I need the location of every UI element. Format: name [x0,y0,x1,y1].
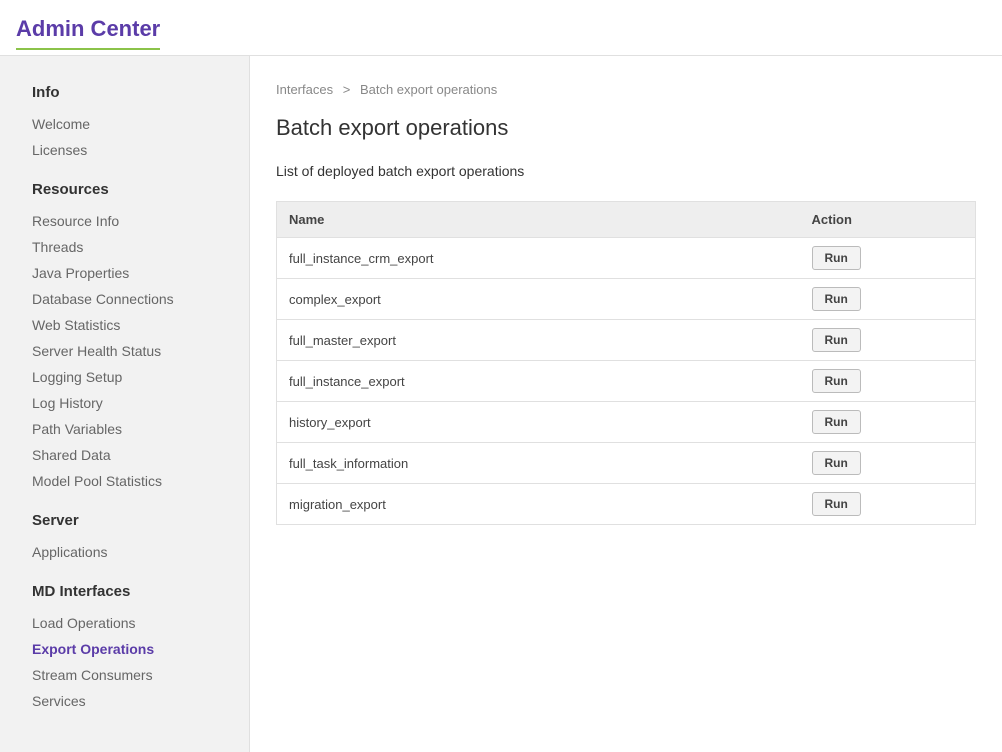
nav-group: MD Interfaces Load OperationsExport Opera… [32,583,249,714]
operation-action-cell: Run [800,443,976,484]
operation-action-cell: Run [800,484,976,525]
column-header-name: Name [277,202,800,238]
operations-table-body: full_instance_crm_exportRuncomplex_expor… [277,238,976,525]
operation-name: migration_export [277,484,800,525]
run-button[interactable]: Run [812,369,861,393]
breadcrumb-current: Batch export operations [360,82,497,97]
sidebar-item[interactable]: Resource Info [32,208,249,234]
page-subtitle: List of deployed batch export operations [276,163,976,179]
run-button[interactable]: Run [812,451,861,475]
table-row: full_instance_export Run [277,361,976,402]
sidebar-item[interactable]: Export Operations [32,636,249,662]
run-button[interactable]: Run [812,287,861,311]
sidebar-item[interactable]: Threads [32,234,249,260]
sidebar-item[interactable]: Applications [32,539,249,565]
sidebar-item[interactable]: Web Statistics [32,312,249,338]
sidebar-item[interactable]: Load Operations [32,610,249,636]
run-button[interactable]: Run [812,328,861,352]
operation-name: full_task_information [277,443,800,484]
nav-group: Resources Resource InfoThreadsJava Proper… [32,181,249,494]
sidebar-item[interactable]: Log History [32,390,249,416]
main-content: Interfaces > Batch export operations Bat… [250,56,1002,752]
operation-action-cell: Run [800,238,976,279]
nav-group-title: Info [32,84,249,101]
operations-table: Name Action full_instance_crm_exportRunc… [276,201,976,525]
nav-group-title: Server [32,512,249,529]
nav-group-title: MD Interfaces [32,583,249,600]
operation-action-cell: Run [800,279,976,320]
sidebar-item[interactable]: Server Health Status [32,338,249,364]
app-title[interactable]: Admin Center [16,16,160,50]
sidebar-item[interactable]: Java Properties [32,260,249,286]
nav-group: Server Applications [32,512,249,565]
breadcrumb-sep: > [343,82,351,97]
operation-action-cell: Run [800,361,976,402]
sidebar-item[interactable]: Shared Data [32,442,249,468]
sidebar-item[interactable]: Database Connections [32,286,249,312]
layout: Info WelcomeLicenses Resources Resource Inf… [0,56,1002,752]
operation-action-cell: Run [800,402,976,443]
nav-group: Info WelcomeLicenses [32,84,249,163]
app-header: Admin Center [0,0,1002,56]
nav-group-title: Resources [32,181,249,198]
operation-name: full_master_export [277,320,800,361]
sidebar-item[interactable]: Stream Consumers [32,662,249,688]
sidebar-item[interactable]: Path Variables [32,416,249,442]
table-row: full_instance_crm_export Run [277,238,976,279]
table-row: history_export Run [277,402,976,443]
sidebar-item[interactable]: Logging Setup [32,364,249,390]
table-row: full_master_export Run [277,320,976,361]
run-button[interactable]: Run [812,492,861,516]
sidebar: Info WelcomeLicenses Resources Resource Inf… [0,56,250,752]
operation-name: full_instance_export [277,361,800,402]
table-row: complex_export Run [277,279,976,320]
operation-name: full_instance_crm_export [277,238,800,279]
table-row: migration_export Run [277,484,976,525]
page-title: Batch export operations [276,115,976,141]
operation-action-cell: Run [800,320,976,361]
sidebar-item[interactable]: Welcome [32,111,249,137]
run-button[interactable]: Run [812,410,861,434]
table-row: full_task_information Run [277,443,976,484]
breadcrumb-parent[interactable]: Interfaces [276,82,333,97]
run-button[interactable]: Run [812,246,861,270]
sidebar-item[interactable]: Licenses [32,137,249,163]
operation-name: complex_export [277,279,800,320]
column-header-action: Action [800,202,976,238]
operation-name: history_export [277,402,800,443]
sidebar-item[interactable]: Services [32,688,249,714]
breadcrumb: Interfaces > Batch export operations [276,82,976,97]
sidebar-item[interactable]: Model Pool Statistics [32,468,249,494]
